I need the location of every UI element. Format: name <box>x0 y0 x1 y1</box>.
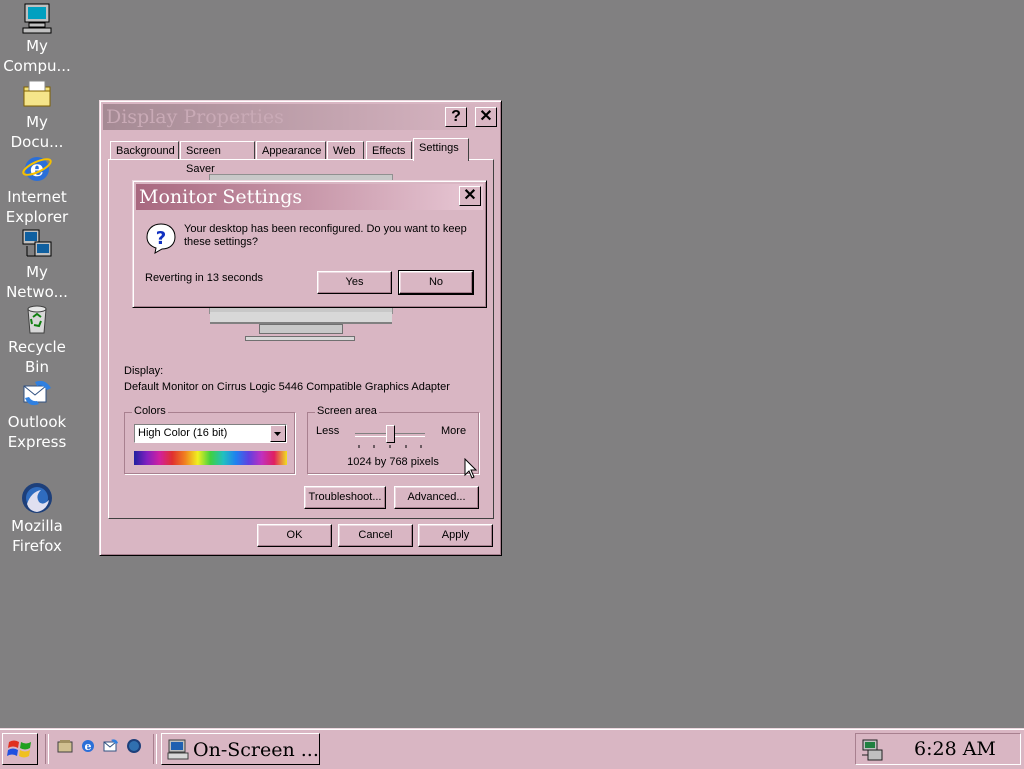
colors-group: Colors High Color (16 bit) <box>124 405 295 474</box>
ok-button[interactable]: OK <box>257 524 332 547</box>
dialog-message: Your desktop has been reconfigured. Do y… <box>184 223 467 248</box>
desktop-icon-internet-explorer[interactable]: e Internet Explorer <box>0 153 74 227</box>
tab-appearance[interactable]: Appearance <box>256 141 326 160</box>
on-screen-keyboard-icon <box>167 739 189 760</box>
screen-resolution-text: 1024 by 768 pixels <box>347 456 439 468</box>
desktop-icon-label: My Compu... <box>3 37 71 75</box>
color-spectrum-bar <box>134 451 287 465</box>
desktop-icon-label: Mozilla Firefox <box>11 517 63 555</box>
show-desktop-icon[interactable] <box>57 738 73 754</box>
windows-logo-icon <box>7 740 31 758</box>
chevron-down-icon <box>274 432 281 436</box>
display-properties-window: Display Properties ? ✕ Background Screen… <box>99 100 502 556</box>
close-button[interactable]: ✕ <box>475 107 497 127</box>
network-icon <box>21 228 53 260</box>
desktop-icon-label: Internet Explorer <box>5 188 69 226</box>
network-tray-icon[interactable] <box>860 737 886 763</box>
tab-screen-saver[interactable]: Screen Saver <box>180 141 255 175</box>
tab-settings[interactable]: Settings <box>413 138 469 161</box>
screen-area-group: Screen area Less More 1024 by 768 pixels <box>307 405 479 474</box>
troubleshoot-button[interactable]: Troubleshoot... <box>304 486 386 509</box>
yes-button[interactable]: Yes <box>317 271 392 294</box>
dialog-title: Monitor Settings <box>139 186 303 208</box>
display-label: Display: <box>124 365 164 377</box>
firefox-icon <box>21 482 53 514</box>
desktop-icon-label: Recycle Bin <box>8 338 66 376</box>
tab-background[interactable]: Background <box>110 141 179 160</box>
window-title: Display Properties <box>106 106 284 128</box>
system-tray: 6:28 AM <box>855 733 1021 765</box>
slider-less-label: Less <box>316 425 340 437</box>
desktop-icon-my-network[interactable]: My Netwo... <box>0 228 74 302</box>
slider-more-label: More <box>441 425 467 437</box>
desktop-icon-label: Outlook Express <box>7 413 67 451</box>
svg-text:e: e <box>85 740 92 753</box>
taskbar-separator <box>153 734 157 764</box>
internet-explorer-icon: e <box>21 153 53 185</box>
desktop-icon-label: My Netwo... <box>6 263 68 301</box>
monitor-settings-dialog: Monitor Settings ✕ ? Your desktop has be… <box>132 180 487 308</box>
taskbar: e On-Screen ... 6:28 AM <box>0 728 1024 769</box>
desktop-icon-outlook-express[interactable]: Outlook Express <box>0 378 74 452</box>
slider-ticks <box>358 445 422 448</box>
colors-selected-value: High Color (16 bit) <box>138 427 228 439</box>
desktop-icon-my-documents[interactable]: My Docu... <box>0 78 74 152</box>
internet-explorer-icon[interactable]: e <box>80 738 96 754</box>
desktop-icon-mozilla-firefox[interactable]: Mozilla Firefox <box>0 482 74 556</box>
countdown-text: Reverting in 13 seconds <box>145 272 264 284</box>
screen-area-group-label: Screen area <box>315 405 379 417</box>
monitor-settings-title-bar[interactable]: Monitor Settings ✕ <box>136 184 483 210</box>
recycle-bin-icon <box>21 303 53 335</box>
desktop-icon-recycle-bin[interactable]: Recycle Bin <box>0 303 74 377</box>
apply-button[interactable]: Apply <box>418 524 493 547</box>
mouse-cursor-icon <box>464 458 478 479</box>
no-button[interactable]: No <box>398 270 474 295</box>
display-properties-title-bar[interactable]: Display Properties ? ✕ <box>103 104 498 130</box>
svg-text:?: ? <box>156 228 166 249</box>
clock[interactable]: 6:28 AM <box>914 738 996 760</box>
dropdown-button[interactable] <box>270 425 286 442</box>
screen-area-slider[interactable] <box>355 423 427 449</box>
help-button[interactable]: ? <box>445 107 467 127</box>
my-computer-icon <box>21 2 53 34</box>
colors-select[interactable]: High Color (16 bit) <box>134 424 287 443</box>
advanced-button[interactable]: Advanced... <box>394 486 479 509</box>
task-button-label: On-Screen ... <box>193 739 319 761</box>
outlook-express-icon <box>21 378 53 410</box>
desktop-icon-my-computer[interactable]: My Compu... <box>0 2 74 76</box>
tab-effects[interactable]: Effects <box>366 141 412 160</box>
folder-icon <box>21 78 53 110</box>
question-icon: ? <box>145 222 177 254</box>
desktop-icon-label: My Docu... <box>10 113 64 151</box>
firefox-icon[interactable] <box>126 738 142 754</box>
slider-thumb[interactable] <box>386 425 395 443</box>
close-button[interactable]: ✕ <box>459 186 481 206</box>
outlook-express-icon[interactable] <box>103 738 119 754</box>
quick-launch-separator <box>45 734 49 764</box>
colors-group-label: Colors <box>132 405 168 417</box>
task-button-on-screen[interactable]: On-Screen ... <box>161 733 320 765</box>
start-button[interactable] <box>2 733 38 765</box>
tab-web[interactable]: Web <box>327 141 364 160</box>
cancel-button[interactable]: Cancel <box>338 524 413 547</box>
display-adapter-text: Default Monitor on Cirrus Logic 5446 Com… <box>124 381 450 393</box>
